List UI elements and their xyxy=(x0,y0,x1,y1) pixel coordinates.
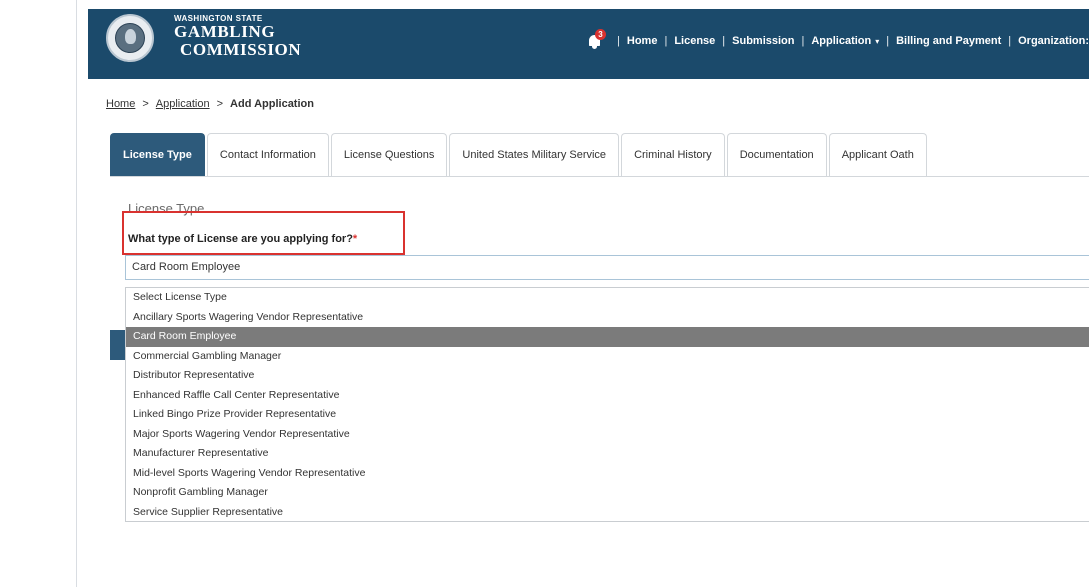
seal-portrait-icon xyxy=(115,23,145,53)
breadcrumb: Home > Application > Add Application xyxy=(106,98,314,110)
tab-license-type[interactable]: License Type xyxy=(110,133,205,176)
highlight-box xyxy=(122,211,405,255)
tab-military-service[interactable]: United States Military Service xyxy=(449,133,620,176)
notification-badge: 3 xyxy=(595,29,607,40)
nav-separator: | xyxy=(722,35,726,47)
tab-applicant-oath[interactable]: Applicant Oath xyxy=(828,133,927,176)
dropdown-option[interactable]: Commercial Gambling Manager xyxy=(126,347,1089,367)
dropdown-option[interactable]: Major Sports Wagering Vendor Representat… xyxy=(126,425,1089,445)
dropdown-option[interactable]: Mid-level Sports Wagering Vendor Represe… xyxy=(126,464,1089,484)
bell-clapper xyxy=(592,46,598,49)
tab-contact-information[interactable]: Contact Information xyxy=(206,133,329,176)
tab-documentation[interactable]: Documentation xyxy=(726,133,827,176)
dropdown-option[interactable]: Linked Bingo Prize Provider Representati… xyxy=(126,405,1089,425)
nav-separator: | xyxy=(617,35,620,47)
tab-license-questions[interactable]: License Questions xyxy=(330,133,448,176)
nav-application[interactable]: Application ▾ xyxy=(811,35,879,47)
nav-application-label: Application xyxy=(811,35,872,47)
breadcrumb-separator: > xyxy=(142,98,149,110)
nav-license[interactable]: License xyxy=(674,35,715,47)
main-nav: 3 | Home | License | Submission | Applic… xyxy=(586,29,1089,51)
dropdown-option[interactable]: Enhanced Raffle Call Center Representati… xyxy=(126,386,1089,406)
breadcrumb-application[interactable]: Application xyxy=(156,98,210,110)
nav-organization[interactable]: Organization: xyxy=(1018,35,1089,47)
site-logo-text[interactable]: WASHINGTON STATE GAMBLING COMMISSION xyxy=(174,14,301,59)
chevron-down-icon: ▾ xyxy=(875,37,880,46)
dropdown-option[interactable]: Select License Type xyxy=(126,288,1089,308)
breadcrumb-separator: > xyxy=(216,98,224,110)
site-header: WASHINGTON STATE GAMBLING COMMISSION 3 |… xyxy=(88,9,1089,79)
dropdown-option[interactable]: Distributor Representative xyxy=(126,366,1089,386)
logo-line-1: GAMBLING xyxy=(174,22,276,41)
notification-bell-icon[interactable]: 3 xyxy=(586,29,607,51)
page-left-rule xyxy=(76,0,77,587)
license-type-select[interactable]: Card Room Employee xyxy=(125,255,1089,280)
nav-separator: | xyxy=(801,35,805,47)
nav-separator: | xyxy=(886,35,890,47)
nav-billing-and-payment[interactable]: Billing and Payment xyxy=(896,35,1001,47)
license-type-dropdown: Select License Type Ancillary Sports Wag… xyxy=(125,287,1089,522)
nav-separator: | xyxy=(664,35,668,47)
tab-criminal-history[interactable]: Criminal History xyxy=(621,133,725,176)
tab-divider xyxy=(110,176,1089,177)
dropdown-option-selected[interactable]: Card Room Employee xyxy=(126,327,1089,347)
nav-home[interactable]: Home xyxy=(627,35,658,47)
dropdown-option[interactable]: Ancillary Sports Wagering Vendor Represe… xyxy=(126,308,1089,328)
dropdown-option[interactable]: Manufacturer Representative xyxy=(126,444,1089,464)
dropdown-option[interactable]: Nonprofit Gambling Manager xyxy=(126,483,1089,503)
state-seal-logo[interactable] xyxy=(106,14,154,62)
breadcrumb-current: Add Application xyxy=(230,98,314,110)
breadcrumb-home[interactable]: Home xyxy=(106,98,135,110)
application-tabs: License Type Contact Information License… xyxy=(110,133,929,176)
dropdown-option[interactable]: Service Supplier Representative xyxy=(126,503,1089,523)
nav-separator: | xyxy=(1008,35,1012,47)
logo-line-2: COMMISSION xyxy=(180,40,302,59)
nav-submission[interactable]: Submission xyxy=(732,35,794,47)
